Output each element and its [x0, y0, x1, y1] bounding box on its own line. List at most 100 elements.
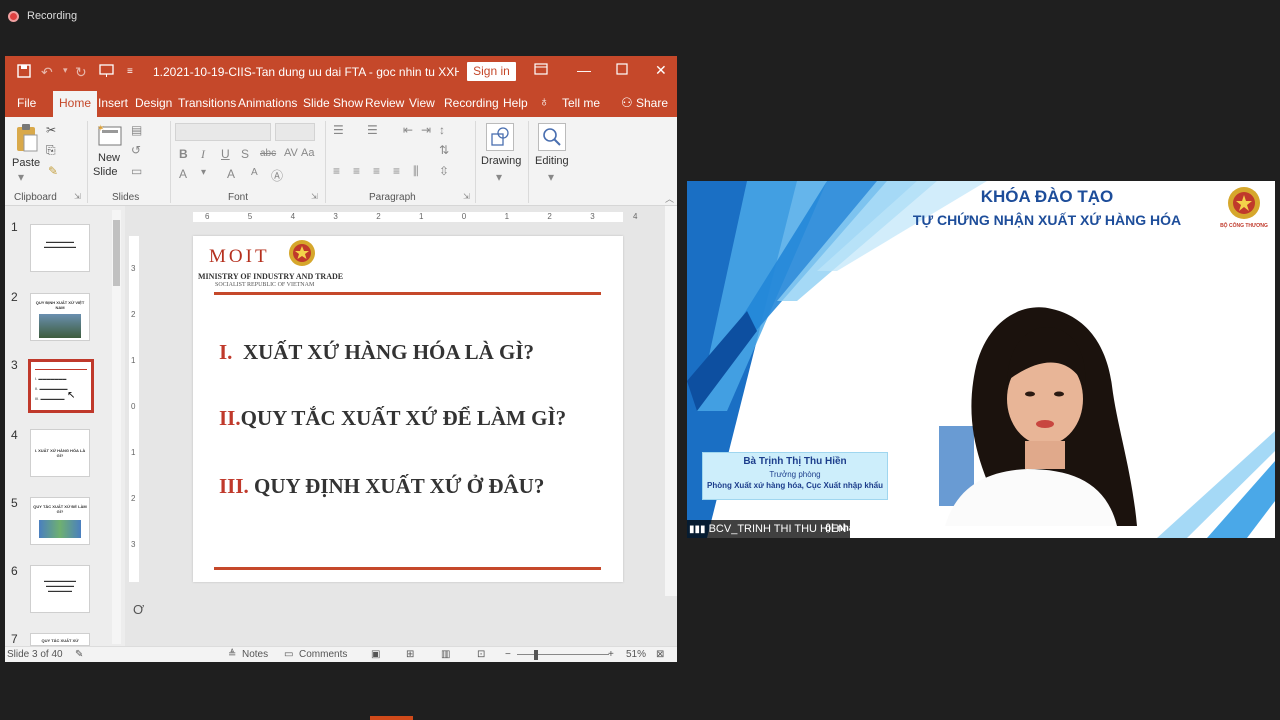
shadow-icon[interactable]: S — [241, 147, 249, 161]
slide-thumbnail-5[interactable]: QUY TẮC XUẤT XỨ ĐỂ LÀM GÌ? — [30, 497, 90, 545]
line-spacing-icon[interactable]: ↕ — [439, 123, 445, 137]
redo-icon[interactable]: ↻ — [75, 64, 87, 81]
tab-insert[interactable]: Insert — [98, 96, 128, 110]
cut-icon[interactable]: ✂ — [46, 123, 56, 137]
zoom-slider[interactable] — [517, 654, 609, 655]
tab-transitions[interactable]: Transitions — [178, 96, 236, 110]
columns-icon[interactable]: ⫼ — [413, 164, 419, 179]
tab-home[interactable]: Home — [53, 91, 98, 117]
char-spacing-icon[interactable]: AV — [284, 147, 298, 159]
tab-review[interactable]: Review — [365, 96, 404, 110]
minimize-icon[interactable]: — — [577, 62, 591, 78]
present-from-start-icon[interactable] — [99, 64, 115, 81]
font-name-combo[interactable] — [175, 123, 271, 141]
scrollbar-thumb[interactable] — [113, 220, 120, 286]
notes-pane[interactable]: Ơ — [133, 602, 144, 617]
collapse-ribbon-icon[interactable]: ︿ — [665, 192, 674, 205]
tab-help[interactable]: Help — [503, 96, 528, 110]
tab-design[interactable]: Design — [135, 96, 172, 110]
normal-view-icon[interactable]: ▣ — [371, 649, 380, 660]
align-left-icon[interactable]: ≡ — [333, 164, 340, 178]
thumbnail-scrollbar[interactable] — [112, 210, 121, 644]
new-slide-icon[interactable]: ✶ — [97, 123, 123, 152]
editing-search-icon[interactable] — [538, 123, 566, 151]
video-tile[interactable]: KHÓA ĐÀO TẠO TỰ CHỨNG NHẬN XUẤT XỨ HÀNG … — [687, 181, 1275, 538]
share-button[interactable]: Share — [636, 96, 668, 110]
editing-label[interactable]: Editing — [535, 155, 569, 167]
thumb-number: 7 — [11, 632, 18, 646]
undo-icon[interactable]: ↶ — [41, 64, 53, 81]
drawing-shapes-icon[interactable] — [486, 123, 514, 151]
fit-to-window-icon[interactable]: ⊠ — [656, 649, 664, 660]
close-icon[interactable]: ✕ — [655, 62, 667, 79]
font-launcher-icon[interactable]: ⇲ — [311, 192, 318, 201]
customize-qat-icon[interactable]: ≡ — [127, 66, 133, 77]
comments-icon[interactable]: ▭ — [284, 649, 293, 660]
tell-me-box[interactable]: Tell me — [562, 96, 600, 110]
slide-thumbnail-6[interactable]: ▬▬▬▬▬▬▬▬ ▬▬▬▬▬▬▬ ▬▬▬▬▬▬ — [30, 565, 90, 613]
change-case-icon[interactable]: Aa — [301, 147, 314, 159]
copy-icon[interactable]: ⎘ — [46, 143, 56, 158]
slide-thumbnail-7[interactable]: QUY TẮC XUẤT XỨ — [30, 633, 90, 646]
align-right-icon[interactable]: ≡ — [373, 164, 380, 178]
align-center-icon[interactable]: ≡ — [353, 164, 360, 178]
editor-scrollbar[interactable] — [665, 206, 677, 596]
recording-dot-icon — [8, 10, 19, 22]
clipboard-launcher-icon[interactable]: ⇲ — [74, 192, 81, 201]
zoom-in-icon[interactable]: + — [608, 649, 614, 660]
paste-icon[interactable] — [15, 123, 39, 156]
clear-format-icon[interactable]: Ⓐ — [271, 167, 283, 184]
zoom-slider-thumb[interactable] — [534, 650, 538, 660]
tab-animations[interactable]: Animations — [238, 96, 297, 110]
decrease-indent-icon[interactable]: ⇤ — [403, 123, 413, 137]
italic-icon[interactable]: I — [201, 147, 205, 162]
increase-indent-icon[interactable]: ⇥ — [421, 123, 431, 137]
slide-thumbnail-4[interactable]: I. XUẤT XỨ HÀNG HÓA LÀ GÌ? — [30, 429, 90, 477]
bold-icon[interactable]: B — [179, 147, 188, 161]
drawing-dropdown-icon[interactable]: ▾ — [496, 170, 502, 184]
decrease-font-icon[interactable]: A — [251, 167, 258, 178]
tab-recording[interactable]: Recording — [444, 96, 499, 110]
text-direction-icon[interactable]: ⇅ — [439, 143, 449, 157]
slide-thumbnail-3[interactable]: I. ▬▬▬▬▬▬▬ II. ▬▬▬▬▬▬▬ III. ▬▬▬▬▬▬ ↖ — [28, 359, 94, 413]
zoom-out-icon[interactable]: − — [505, 649, 511, 660]
section-icon[interactable]: ▭ — [131, 164, 142, 178]
drawing-label[interactable]: Drawing — [481, 155, 521, 167]
paragraph-launcher-icon[interactable]: ⇲ — [463, 192, 470, 201]
save-icon[interactable] — [17, 64, 31, 81]
notes-button[interactable]: Notes — [242, 649, 268, 660]
tab-view[interactable]: View — [409, 96, 435, 110]
undo-dropdown-icon[interactable]: ▾ — [63, 65, 68, 76]
align-text-icon[interactable]: ⇳ — [439, 164, 449, 178]
slide-thumbnail-1[interactable]: ▬▬▬▬▬▬▬ ▬▬▬▬▬▬▬▬ — [30, 224, 90, 272]
sign-in-button[interactable]: Sign in — [467, 62, 516, 81]
slide-thumbnail-2[interactable]: QUY ĐỊNH XUẤT XỨ VIỆT NAM — [30, 293, 90, 341]
increase-font-icon[interactable]: A — [227, 167, 235, 181]
zoom-level[interactable]: 51% — [626, 649, 646, 660]
underline-icon[interactable]: U — [221, 147, 230, 161]
reset-icon[interactable]: ↺ — [131, 143, 141, 157]
paste-dropdown-icon[interactable]: ▾ — [18, 170, 24, 184]
notes-icon[interactable]: ≜ — [228, 649, 236, 660]
layout-icon[interactable]: ▤ — [131, 123, 142, 137]
bullets-icon[interactable]: ☰ — [333, 123, 344, 137]
slideshow-view-icon[interactable]: ⊡ — [477, 649, 485, 660]
tab-slide-show[interactable]: Slide Show — [303, 96, 363, 110]
justify-icon[interactable]: ≡ — [393, 164, 400, 178]
spelling-icon[interactable]: ✎ — [75, 649, 83, 660]
slide-canvas[interactable]: MOIT MINISTRY OF INDUSTRY AND TRADE SOCI… — [193, 236, 623, 582]
format-painter-icon[interactable]: ✎ — [48, 164, 58, 178]
slide-sorter-icon[interactable]: ⊞ — [406, 649, 414, 660]
font-color-icon[interactable]: A — [179, 167, 187, 181]
strikethrough-icon[interactable]: abc — [260, 148, 276, 159]
numbering-icon[interactable]: ☰ — [367, 123, 378, 137]
reading-view-icon[interactable]: ▥ — [441, 649, 450, 660]
font-size-combo[interactable] — [275, 123, 315, 141]
ribbon-display-icon[interactable] — [534, 62, 548, 79]
highlight-icon[interactable]: ▾ — [201, 167, 206, 178]
comments-button[interactable]: Comments — [299, 649, 347, 660]
ruler-number: 3 — [333, 212, 338, 221]
editing-dropdown-icon[interactable]: ▾ — [548, 170, 554, 184]
maximize-icon[interactable] — [616, 62, 628, 78]
tab-file[interactable]: File — [17, 96, 36, 110]
